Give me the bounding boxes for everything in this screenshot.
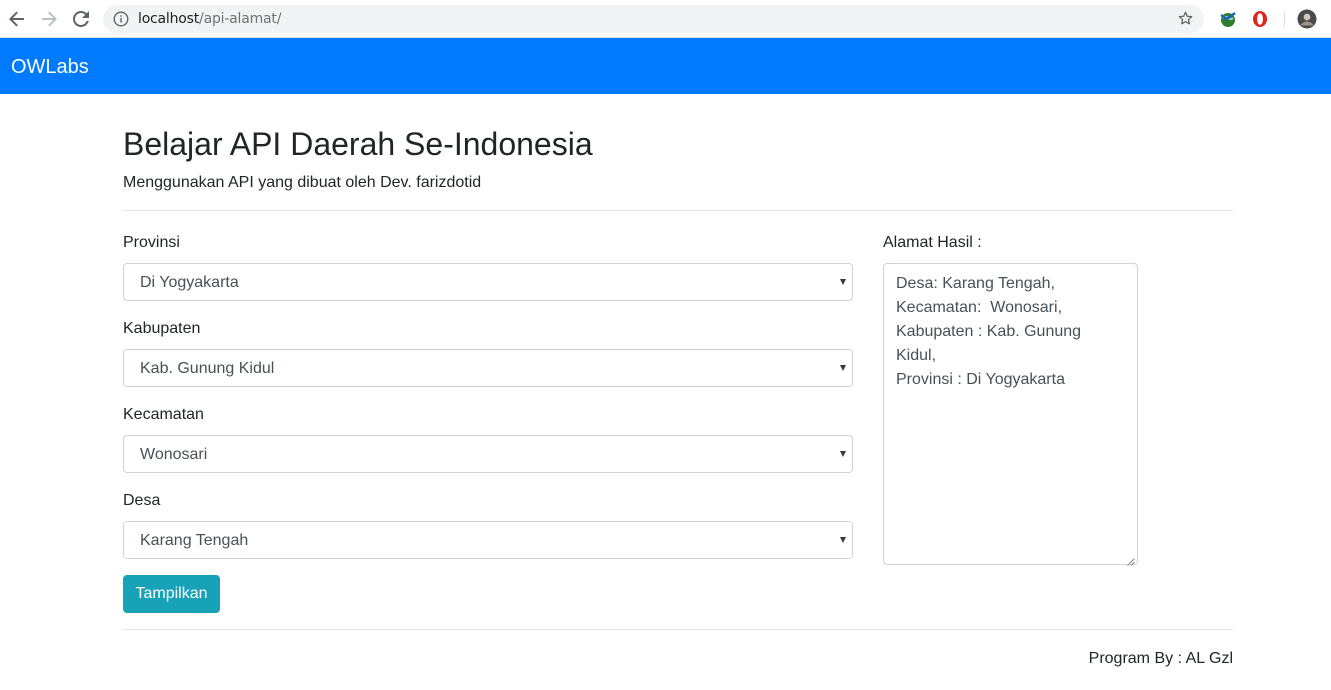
url-path: /api-alamat/ [199, 11, 282, 27]
provinsi-label: Provinsi [123, 234, 180, 251]
footer-credit: Program By : AL Gzl [1088, 650, 1233, 667]
brand-logo-text[interactable]: OWLabs [11, 55, 89, 79]
chevron-down-icon [840, 537, 846, 543]
info-icon[interactable] [113, 11, 129, 32]
browser-toolbar: localhost/api-alamat/ [0, 0, 1331, 38]
opera-icon[interactable] [1250, 9, 1270, 29]
chevron-down-icon [840, 451, 846, 457]
url-host: localhost [138, 11, 200, 27]
tampilkan-button[interactable]: Tampilkan [123, 575, 220, 613]
footer-divider [123, 629, 1233, 630]
page-title: Belajar API Daerah Se-Indonesia [123, 126, 593, 162]
bookmark-star-icon[interactable] [1177, 10, 1194, 32]
chevron-down-icon [840, 279, 846, 285]
address-bar[interactable]: localhost/api-alamat/ [103, 5, 1204, 33]
forward-arrow-icon[interactable] [37, 7, 61, 31]
kecamatan-label: Kecamatan [123, 406, 204, 423]
profile-avatar-icon[interactable] [1297, 9, 1317, 29]
kabupaten-label: Kabupaten [123, 320, 201, 337]
extension-globe-icon[interactable] [1218, 9, 1238, 29]
chevron-down-icon [840, 365, 846, 371]
alamat-hasil-label: Alamat Hasil : [883, 234, 982, 251]
alamat-hasil-textarea[interactable]: Desa: Karang Tengah, Kecamatan: Wonosari… [883, 263, 1138, 565]
kabupaten-selected-value: Kab. Gunung Kidul [140, 360, 275, 377]
kecamatan-select[interactable]: Wonosari [123, 435, 853, 473]
provinsi-select[interactable]: Di Yogyakarta [123, 263, 853, 301]
header-divider [123, 210, 1233, 211]
resize-grip-icon[interactable] [1126, 553, 1135, 566]
back-arrow-icon[interactable] [5, 7, 29, 31]
desa-selected-value: Karang Tengah [140, 532, 249, 549]
app-navbar: OWLabs [0, 38, 1331, 94]
url-text[interactable]: localhost/api-alamat/ [138, 11, 281, 27]
provinsi-selected-value: Di Yogyakarta [140, 274, 239, 291]
kecamatan-selected-value: Wonosari [140, 446, 208, 463]
desa-label: Desa [123, 492, 161, 509]
page-subtitle: Menggunakan API yang dibuat oleh Dev. fa… [123, 174, 482, 191]
kabupaten-select[interactable]: Kab. Gunung Kidul [123, 349, 853, 387]
toolbar-separator [1284, 11, 1285, 27]
reload-icon[interactable] [69, 7, 93, 31]
desa-select[interactable]: Karang Tengah [123, 521, 853, 559]
